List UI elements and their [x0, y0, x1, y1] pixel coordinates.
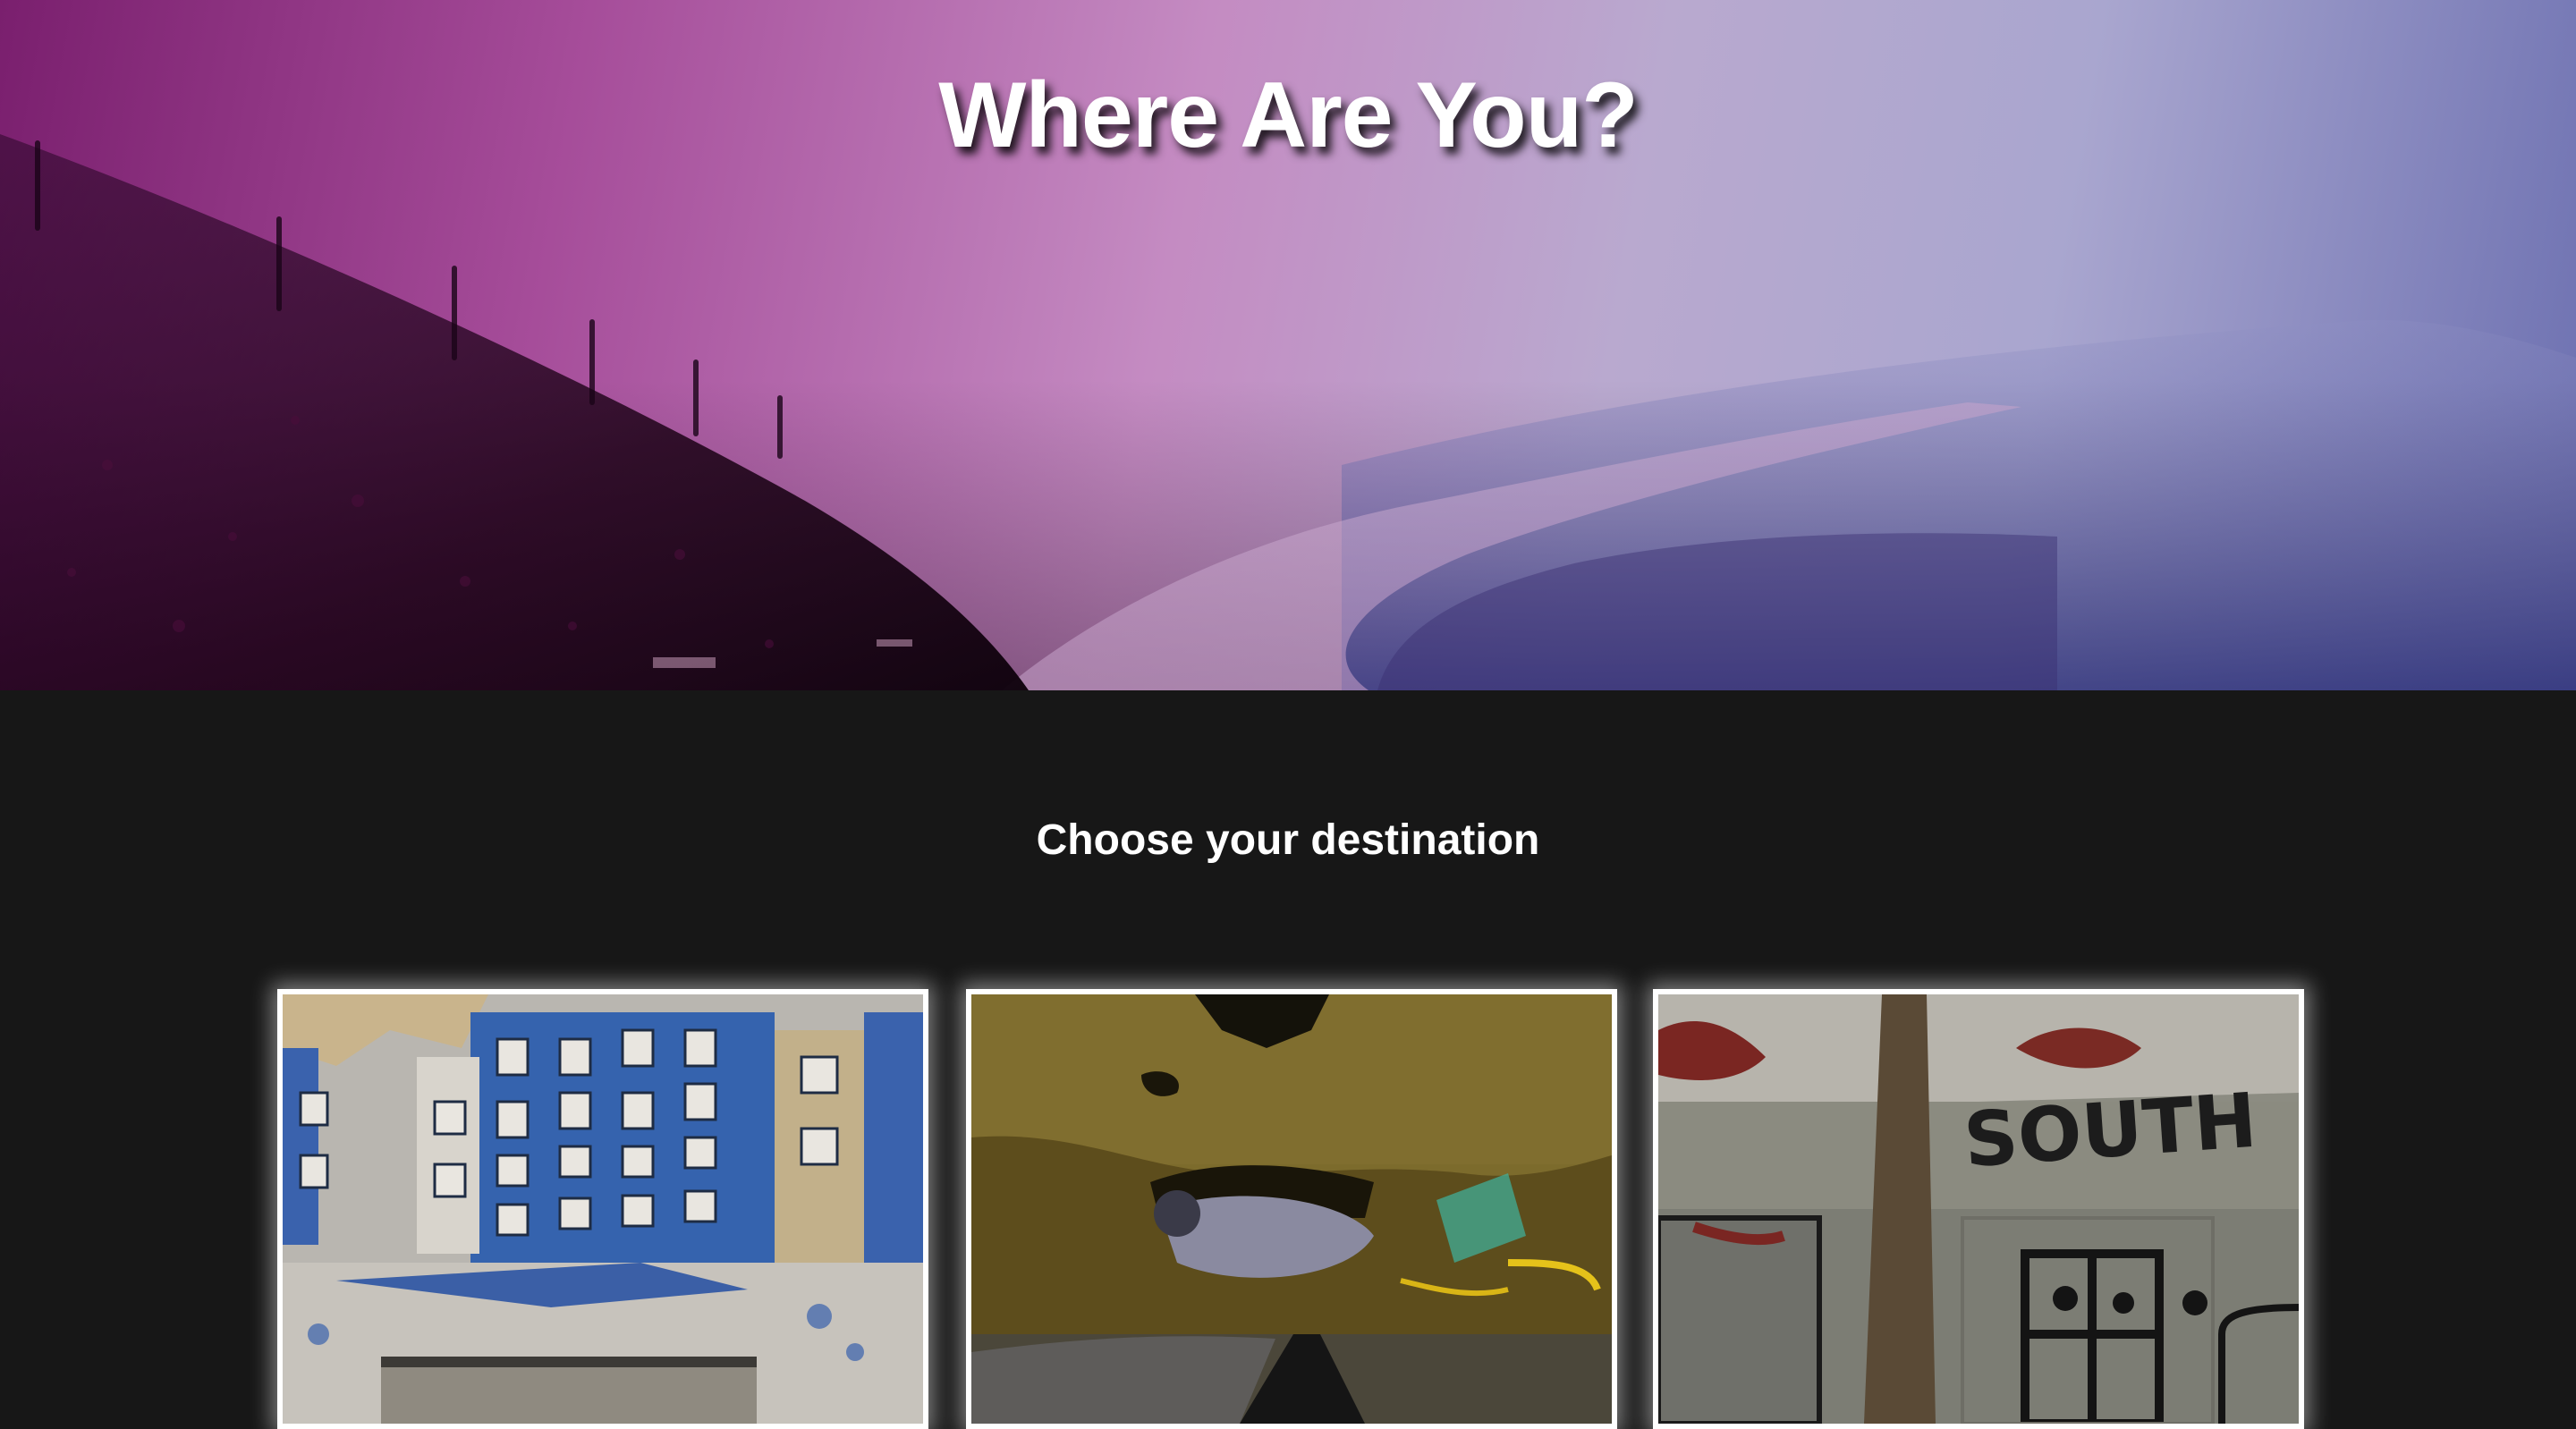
section-heading: Choose your destination — [1036, 816, 1540, 864]
destination-card-south[interactable]: SOUTH — [1653, 989, 2304, 1429]
destination-section: Choose your destination SOUTH — [0, 690, 2576, 1429]
hero-banner: Where Are You? — [0, 0, 2576, 690]
destination-card-road[interactable] — [966, 989, 1617, 1429]
page-title: Where Are You? — [938, 63, 1639, 167]
building-image — [283, 994, 923, 1424]
road-image — [971, 994, 1612, 1424]
destination-card-building[interactable] — [277, 989, 928, 1429]
destination-card-list: SOUTH — [277, 989, 2304, 1429]
south-image: SOUTH — [1658, 994, 2299, 1424]
